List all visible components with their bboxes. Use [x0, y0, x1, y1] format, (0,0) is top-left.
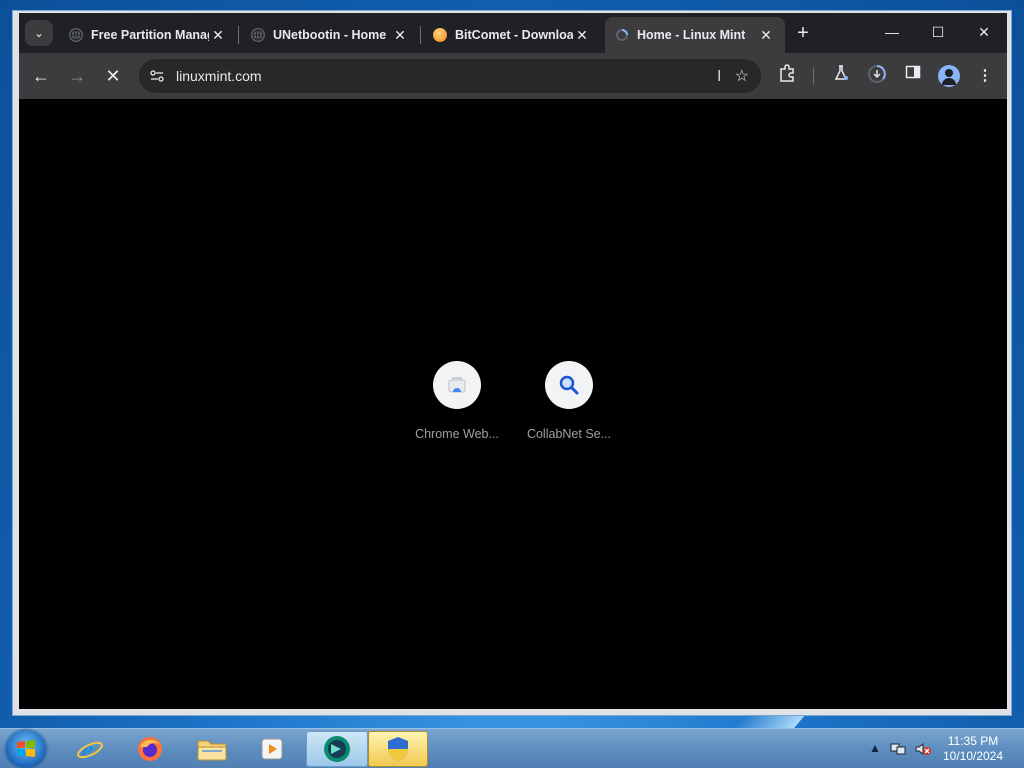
shortcut-label: Chrome Web...	[415, 427, 499, 441]
tab-divider	[238, 26, 239, 44]
start-button[interactable]	[6, 730, 46, 768]
windows-logo-icon	[17, 740, 35, 757]
download-progress-icon[interactable]	[865, 64, 889, 88]
stop-loading-button[interactable]: ✕	[101, 64, 125, 88]
address-bar[interactable]: linuxmint.com I ☆	[139, 59, 761, 93]
tray-expand-icon[interactable]: ▲	[869, 741, 881, 755]
side-panel-icon[interactable]	[901, 64, 925, 88]
avatar-head	[945, 69, 953, 77]
arrow-right-icon: →	[68, 66, 86, 86]
tab-free-partition[interactable]: Free Partition Manag ✕	[59, 17, 237, 53]
close-icon: ✕	[105, 66, 121, 86]
text-cursor-icon: I	[717, 68, 722, 85]
folder-icon	[197, 740, 227, 761]
extensions-icon[interactable]	[775, 64, 799, 88]
tab-strip: ⌄ Free Partition Manag ✕ UNetbootin - Ho…	[19, 13, 1007, 53]
avatar-body	[942, 78, 956, 85]
system-clock[interactable]: 11:35 PM 10/10/2024	[940, 734, 1006, 764]
chrome-web-store-icon	[433, 361, 481, 409]
ie-icon: e	[77, 735, 103, 763]
toolbar-divider	[813, 68, 814, 84]
chevron-down-icon: ⌄	[33, 26, 45, 40]
shortcut-collabnet[interactable]: CollabNet Se...	[519, 361, 619, 441]
profile-avatar[interactable]	[938, 65, 960, 87]
search-magnifier-icon	[545, 361, 593, 409]
tab-title: UNetbootin - Home	[273, 28, 387, 42]
more-menu-icon[interactable]: ⋮	[973, 64, 997, 88]
window-close-button[interactable]: ✕	[968, 21, 1000, 43]
taskbar-chrome[interactable]	[306, 731, 368, 767]
taskbar-explorer[interactable]	[184, 731, 240, 767]
arrow-left-icon: ←	[32, 66, 50, 86]
shield-icon	[388, 737, 408, 761]
network-icon[interactable]	[890, 741, 906, 760]
new-tab-button[interactable]: +	[793, 23, 813, 43]
taskbar-firefox[interactable]	[122, 731, 178, 767]
shortcut-chrome-web-store[interactable]: Chrome Web...	[407, 361, 507, 441]
bitcomet-icon	[433, 28, 447, 42]
media-icon	[261, 738, 283, 760]
clock-time: 11:35 PM	[947, 734, 999, 748]
labs-flask-icon[interactable]	[829, 64, 853, 88]
tab-divider	[420, 26, 421, 44]
address-url[interactable]: linuxmint.com	[176, 68, 262, 84]
chrome-frame: ⌄ Free Partition Manag ✕ UNetbootin - Ho…	[19, 13, 1007, 709]
browser-toolbar: ← → ✕ linuxmint.com I ☆ ⋮	[19, 53, 1007, 99]
globe-icon	[69, 28, 83, 42]
close-icon[interactable]: ✕	[757, 27, 775, 44]
globe-icon	[251, 28, 265, 42]
close-icon[interactable]: ✕	[391, 27, 409, 44]
chrome-icon	[324, 736, 350, 762]
tab-bitcomet[interactable]: BitComet - Downloa ✕	[423, 17, 601, 53]
page-content: Chrome Web... CollabNet Se...	[19, 99, 1007, 709]
bookmark-star-icon[interactable]: ☆	[735, 66, 749, 86]
forward-button[interactable]: →	[65, 64, 89, 88]
taskbar-security[interactable]	[368, 731, 428, 767]
taskbar: e ▲ 11:35 PM 10/10/2024	[0, 728, 1024, 768]
minimize-button[interactable]: —	[876, 21, 908, 43]
maximize-button[interactable]: ☐	[922, 21, 954, 43]
close-icon[interactable]: ✕	[209, 27, 227, 44]
taskbar-ie[interactable]: e	[62, 731, 118, 767]
tab-linux-mint[interactable]: Home - Linux Mint ✕	[605, 17, 785, 53]
taskbar-media[interactable]	[244, 731, 300, 767]
tab-title: Home - Linux Mint	[637, 28, 746, 42]
close-icon[interactable]: ✕	[573, 27, 591, 44]
tab-search-button[interactable]: ⌄	[25, 20, 53, 46]
shortcut-label: CollabNet Se...	[526, 427, 612, 441]
browser-window: ⌄ Free Partition Manag ✕ UNetbootin - Ho…	[12, 10, 1012, 716]
firefox-icon	[138, 737, 162, 761]
site-info-icon[interactable]	[149, 68, 165, 84]
volume-muted-icon[interactable]	[914, 741, 932, 760]
loading-icon	[615, 28, 629, 42]
svg-text:e: e	[82, 735, 94, 763]
back-button[interactable]: ←	[29, 64, 53, 88]
tab-unetbootin[interactable]: UNetbootin - Home ✕	[241, 17, 419, 53]
clock-date: 10/10/2024	[942, 749, 1004, 763]
tab-title: Free Partition Manag	[91, 28, 209, 42]
tab-title: BitComet - Downloa	[455, 28, 573, 42]
